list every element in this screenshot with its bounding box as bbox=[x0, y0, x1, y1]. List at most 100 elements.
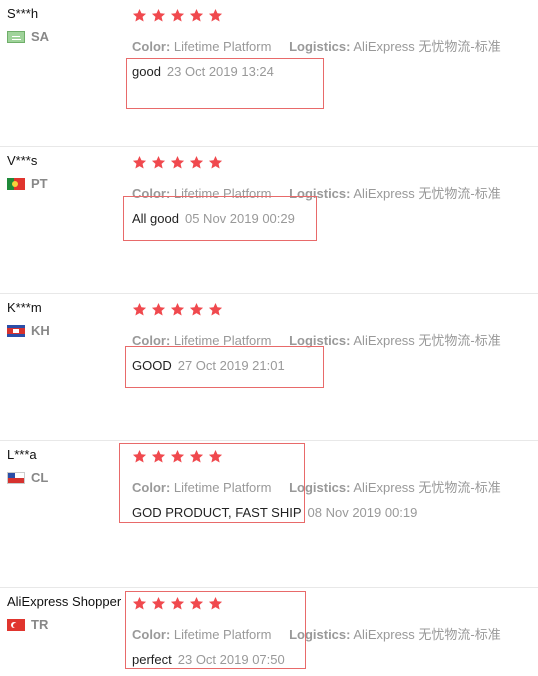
star-icon bbox=[151, 302, 166, 317]
order-attributes: Color: Lifetime Platform Logistics: AliE… bbox=[132, 480, 532, 495]
feedback-date: 27 Oct 2019 21:01 bbox=[177, 358, 285, 373]
color-value: Lifetime Platform bbox=[173, 39, 272, 54]
reviewer-country: CL bbox=[7, 471, 125, 485]
portugal-flag-icon bbox=[7, 178, 25, 190]
reviewer-name: L***a bbox=[7, 447, 37, 462]
reviewer-info: AliExpress Shopper TR bbox=[7, 594, 125, 632]
reviewer-info: S***h SA bbox=[7, 6, 125, 44]
star-icon bbox=[170, 155, 185, 170]
star-icon bbox=[132, 8, 147, 23]
star-icon bbox=[189, 449, 204, 464]
color-value: Lifetime Platform bbox=[173, 333, 272, 348]
star-icon bbox=[170, 8, 185, 23]
color-value: Lifetime Platform bbox=[173, 480, 272, 495]
star-rating bbox=[132, 596, 532, 611]
review-body: Color: Lifetime Platform Logistics: AliE… bbox=[132, 8, 532, 79]
star-rating bbox=[132, 449, 532, 464]
feedback-date: 23 Oct 2019 13:24 bbox=[166, 64, 274, 79]
logistics-label: Logistics: bbox=[289, 627, 351, 642]
review-body: Color: Lifetime Platform Logistics: AliE… bbox=[132, 302, 532, 373]
reviewer-country: PT bbox=[7, 177, 125, 191]
star-rating bbox=[132, 8, 532, 23]
country-code: PT bbox=[31, 176, 48, 191]
color-label: Color: bbox=[132, 39, 171, 54]
logistics-value: AliExpress 无忧物流-标准 bbox=[353, 333, 501, 348]
reviewer-country: TR bbox=[7, 618, 125, 632]
feedback-date: 05 Nov 2019 00:29 bbox=[184, 211, 295, 226]
feedback-text: All good bbox=[132, 211, 179, 226]
cambodia-flag-icon bbox=[7, 325, 25, 337]
feedback-text: GOD PRODUCT, FAST SHIP bbox=[132, 505, 302, 520]
order-attributes: Color: Lifetime Platform Logistics: AliE… bbox=[132, 39, 532, 54]
logistics-value: AliExpress 无忧物流-标准 bbox=[353, 480, 501, 495]
logistics-value: AliExpress 无忧物流-标准 bbox=[353, 627, 501, 642]
feedback-text: perfect bbox=[132, 652, 172, 667]
reviewer-name: K***m bbox=[7, 300, 42, 315]
star-icon bbox=[208, 8, 223, 23]
reviewer-country: KH bbox=[7, 324, 125, 338]
review-item: K***m KH Color: Lifetime Platform Logist… bbox=[0, 294, 538, 441]
feedback-text: GOOD bbox=[132, 358, 172, 373]
feedback: GOD PRODUCT, FAST SHIP 08 Nov 2019 00:19 bbox=[132, 505, 532, 520]
feedback: perfect 23 Oct 2019 07:50 bbox=[132, 652, 532, 667]
reviewer-info: L***a CL bbox=[7, 447, 125, 485]
reviewer-info: V***s PT bbox=[7, 153, 125, 191]
star-icon bbox=[151, 155, 166, 170]
color-value: Lifetime Platform bbox=[173, 627, 272, 642]
chile-flag-icon bbox=[7, 472, 25, 484]
star-icon bbox=[208, 155, 223, 170]
star-icon bbox=[189, 596, 204, 611]
review-body: Color: Lifetime Platform Logistics: AliE… bbox=[132, 155, 532, 226]
star-icon bbox=[170, 449, 185, 464]
color-label: Color: bbox=[132, 186, 171, 201]
logistics-value: AliExpress 无忧物流-标准 bbox=[353, 186, 501, 201]
star-icon bbox=[132, 302, 147, 317]
star-icon bbox=[189, 155, 204, 170]
star-icon bbox=[132, 449, 147, 464]
star-icon bbox=[208, 302, 223, 317]
country-code: CL bbox=[31, 470, 49, 485]
review-body: Color: Lifetime Platform Logistics: AliE… bbox=[132, 449, 532, 520]
country-code: KH bbox=[31, 323, 50, 338]
star-icon bbox=[151, 8, 166, 23]
star-icon bbox=[189, 8, 204, 23]
country-code: SA bbox=[31, 29, 50, 44]
reviewer-name: V***s bbox=[7, 153, 38, 168]
feedback-date: 08 Nov 2019 00:19 bbox=[307, 505, 418, 520]
saudi-arabia-flag-icon bbox=[7, 31, 25, 43]
star-icon bbox=[170, 302, 185, 317]
country-code: TR bbox=[31, 617, 49, 632]
order-attributes: Color: Lifetime Platform Logistics: AliE… bbox=[132, 186, 532, 201]
review-item: AliExpress Shopper TR Color: Lifetime Pl… bbox=[0, 588, 538, 676]
reviewer-info: K***m KH bbox=[7, 300, 125, 338]
feedback: All good 05 Nov 2019 00:29 bbox=[132, 211, 532, 226]
star-icon bbox=[132, 596, 147, 611]
star-icon bbox=[151, 449, 166, 464]
feedback: good 23 Oct 2019 13:24 bbox=[132, 64, 532, 79]
reviewer-country: SA bbox=[7, 30, 125, 44]
star-rating bbox=[132, 302, 532, 317]
color-value: Lifetime Platform bbox=[173, 186, 272, 201]
order-attributes: Color: Lifetime Platform Logistics: AliE… bbox=[132, 627, 532, 642]
star-icon bbox=[170, 596, 185, 611]
logistics-label: Logistics: bbox=[289, 186, 351, 201]
order-attributes: Color: Lifetime Platform Logistics: AliE… bbox=[132, 333, 532, 348]
review-item: S***h SA Color: Lifetime Platform Logist… bbox=[0, 0, 538, 147]
reviewer-name: AliExpress Shopper bbox=[7, 594, 122, 609]
star-icon bbox=[189, 302, 204, 317]
logistics-value: AliExpress 无忧物流-标准 bbox=[353, 39, 501, 54]
color-label: Color: bbox=[132, 627, 171, 642]
feedback-date: 23 Oct 2019 07:50 bbox=[177, 652, 285, 667]
logistics-label: Logistics: bbox=[289, 39, 351, 54]
star-icon bbox=[208, 449, 223, 464]
feedback-text: good bbox=[132, 64, 161, 79]
review-body: Color: Lifetime Platform Logistics: AliE… bbox=[132, 596, 532, 667]
color-label: Color: bbox=[132, 333, 171, 348]
turkey-flag-icon bbox=[7, 619, 25, 631]
color-label: Color: bbox=[132, 480, 171, 495]
star-rating bbox=[132, 155, 532, 170]
logistics-label: Logistics: bbox=[289, 480, 351, 495]
reviewer-name: S***h bbox=[7, 6, 39, 21]
review-item: V***s PT Color: Lifetime Platform Logist… bbox=[0, 147, 538, 294]
logistics-label: Logistics: bbox=[289, 333, 351, 348]
